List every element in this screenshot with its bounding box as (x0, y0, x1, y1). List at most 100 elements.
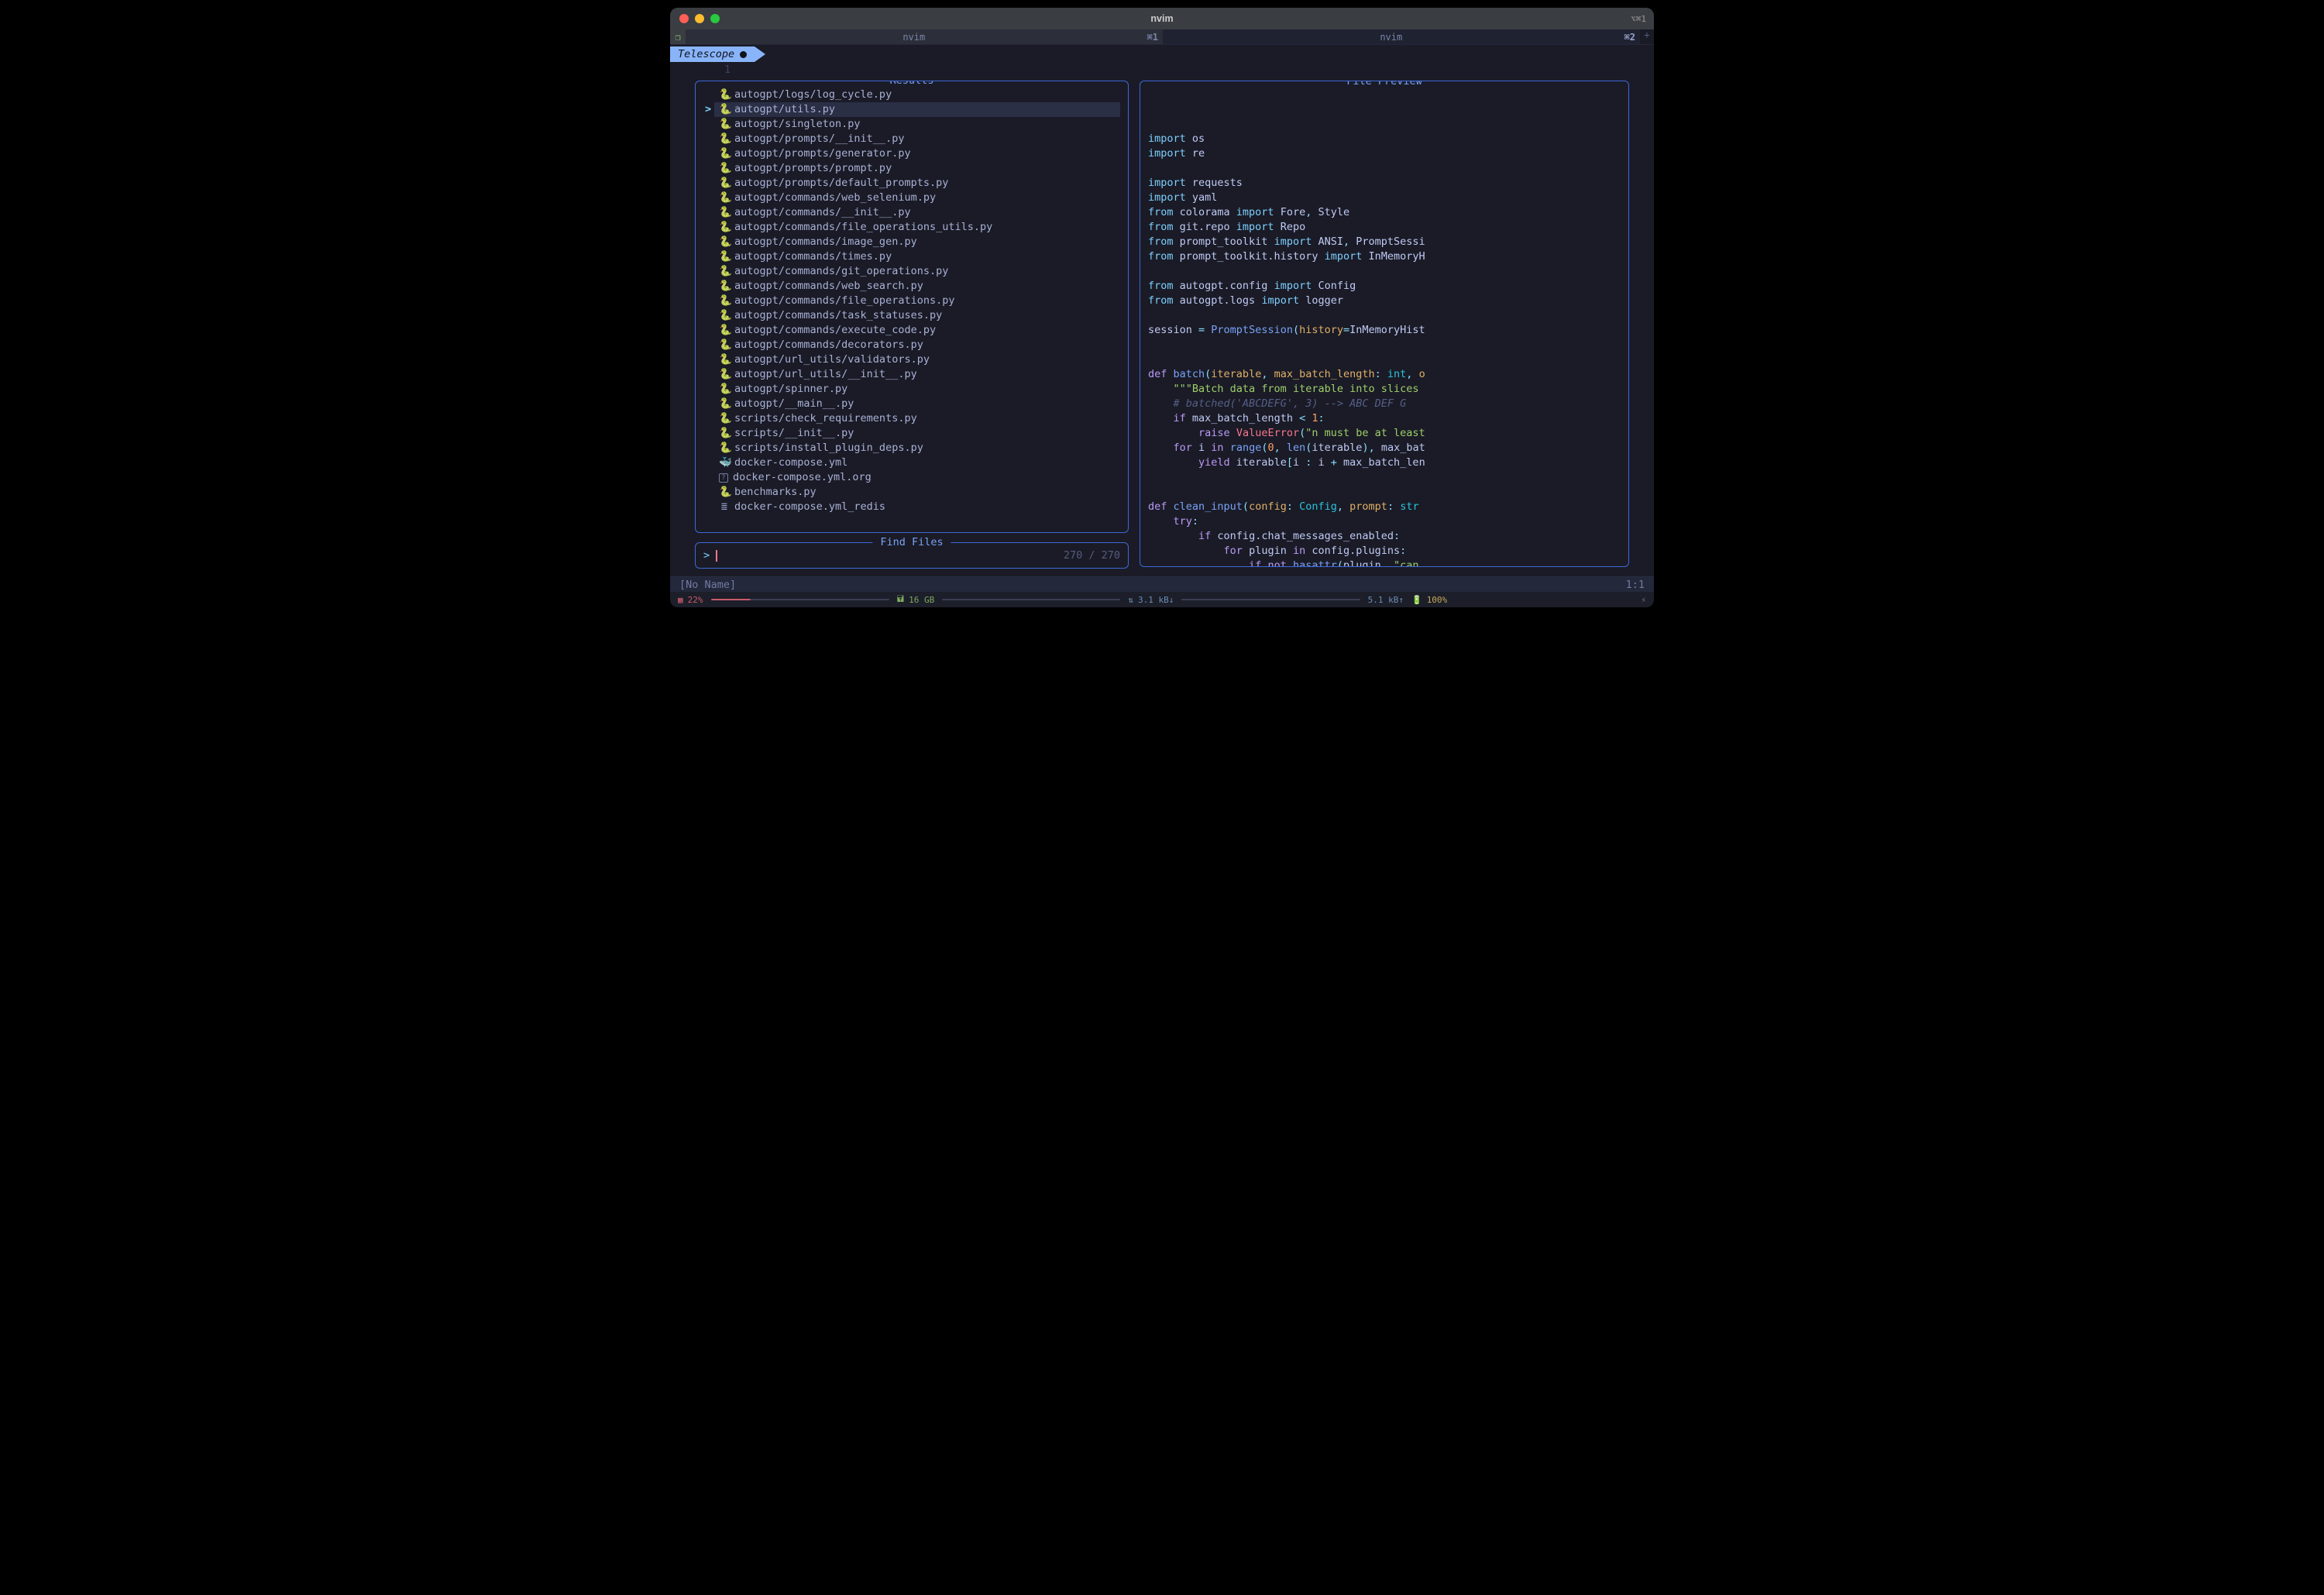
selection-caret-icon (705, 205, 714, 220)
zoom-icon[interactable] (710, 14, 720, 23)
file-path: autogpt/commands/task_statuses.py (734, 308, 942, 323)
file-path: autogpt/logs/log_cycle.py (734, 88, 892, 102)
result-row[interactable]: 🐍autogpt/logs/log_cycle.py (703, 88, 1120, 102)
selection-caret-icon (705, 485, 714, 500)
result-row[interactable]: 🐍scripts/install_plugin_deps.py (703, 441, 1120, 455)
result-row[interactable]: 🐍benchmarks.py (703, 485, 1120, 500)
result-row[interactable]: 🐍autogpt/commands/file_operations.py (703, 294, 1120, 308)
unknown-file-icon: ? (719, 473, 728, 483)
selection-caret-icon (705, 367, 714, 382)
result-row[interactable]: 🐍autogpt/commands/file_operations_utils.… (703, 220, 1120, 235)
result-row[interactable]: 🐍autogpt/commands/decorators.py (703, 338, 1120, 352)
result-row[interactable]: 🐍autogpt/singleton.py (703, 117, 1120, 132)
code-line: import yaml (1148, 191, 1621, 205)
terminal-window: nvim ⌥⌘1 ❐ nvim ⌘1 nvim ⌘2 + Telescope 1… (670, 8, 1654, 607)
py-file-icon: 🐍 (719, 220, 730, 235)
py-file-icon: 🐍 (719, 279, 730, 294)
file-path: autogpt/url_utils/validators.py (734, 352, 930, 367)
py-file-icon: 🐍 (719, 411, 730, 426)
result-row[interactable]: 🐍autogpt/commands/__init__.py (703, 205, 1120, 220)
file-path: autogpt/prompts/generator.py (734, 146, 911, 161)
net-sparkline (1181, 599, 1360, 600)
result-row[interactable]: 🐍autogpt/spinner.py (703, 382, 1120, 397)
result-row[interactable]: 🐍autogpt/prompts/generator.py (703, 146, 1120, 161)
results-panel: Results 🐍autogpt/logs/log_cycle.py>🐍auto… (695, 81, 1129, 533)
tmux-tab-1[interactable]: nvim ⌘1 (686, 29, 1163, 44)
file-path: autogpt/prompts/prompt.py (734, 161, 892, 176)
file-path: scripts/install_plugin_deps.py (734, 441, 923, 455)
battery: 🔋 100% (1411, 595, 1447, 605)
file-path: autogpt/commands/times.py (734, 249, 892, 264)
close-icon[interactable] (679, 14, 689, 23)
code-line: try: (1148, 514, 1621, 529)
code-line: if max_batch_length < 1: (1148, 411, 1621, 426)
minimize-icon[interactable] (695, 14, 704, 23)
selection-caret-icon (705, 161, 714, 176)
result-row[interactable]: 🐍 autogpt/url_utils/validators.py (703, 352, 1120, 367)
find-files-prompt[interactable]: Find Files > 270 / 270 (695, 542, 1129, 569)
result-row[interactable]: 🐍autogpt/url_utils/__init__.py (703, 367, 1120, 382)
result-row[interactable]: ≣docker-compose.yml_redis (703, 500, 1120, 514)
prompt-caret-icon: > (703, 549, 710, 562)
result-row[interactable]: 🐳docker-compose.yml (703, 455, 1120, 470)
file-path: autogpt/commands/web_search.py (734, 279, 923, 294)
result-row[interactable]: 🐍 scripts/check_requirements.py (703, 411, 1120, 426)
file-path: autogpt/__main__.py (734, 397, 854, 411)
selection-caret-icon (705, 264, 714, 279)
selection-caret-icon (705, 279, 714, 294)
tmux-prefix-icon: ❐ (670, 29, 686, 44)
selection-caret-icon (705, 411, 714, 426)
result-row[interactable]: 🐍autogpt/prompts/prompt.py (703, 161, 1120, 176)
result-row[interactable]: >🐍autogpt/utils.py (703, 102, 1120, 117)
file-path: autogpt/commands/web_selenium.py (734, 191, 936, 205)
file-path: scripts/check_requirements.py (734, 411, 917, 426)
result-row[interactable]: 🐍 autogpt/commands/task_statuses.py (703, 308, 1120, 323)
result-row[interactable]: 🐍autogpt/commands/web_selenium.py (703, 191, 1120, 205)
preview-body[interactable]: import osimport re import requestsimport… (1148, 132, 1621, 567)
result-row[interactable]: 🐍autogpt/commands/git_operations.py (703, 264, 1120, 279)
result-row[interactable]: 🐍autogpt/commands/execute_code.py (703, 323, 1120, 338)
result-row[interactable]: 🐍 autogpt/commands/web_search.py (703, 279, 1120, 294)
result-row[interactable]: 🐍scripts/__init__.py (703, 426, 1120, 441)
selection-caret-icon (705, 294, 714, 308)
buffer-name: [No Name] (679, 579, 736, 591)
txt-file-icon: ≣ (719, 500, 730, 514)
code-line: from prompt_toolkit import ANSI, PromptS… (1148, 235, 1621, 249)
selection-caret-icon (705, 441, 714, 455)
selection-caret-icon (705, 308, 714, 323)
code-line (1148, 308, 1621, 323)
file-path: autogpt/singleton.py (734, 117, 861, 132)
prompt-title: Find Files (872, 536, 951, 548)
tmux-new-tab-icon[interactable]: + (1640, 29, 1654, 44)
code-line: if config.chat_messages_enabled: (1148, 529, 1621, 544)
result-row[interactable]: 🐍autogpt/prompts/default_prompts.py (703, 176, 1120, 191)
results-list[interactable]: 🐍autogpt/logs/log_cycle.py>🐍autogpt/util… (703, 88, 1120, 514)
memory-usage: 🖬 16 GB (897, 593, 934, 607)
selection-caret-icon (705, 220, 714, 235)
code-line: raise ValueError("n must be at least (1148, 426, 1621, 441)
result-row[interactable]: 🐍autogpt/prompts/__init__.py (703, 132, 1120, 146)
cpu-usage: ▦ 22% (678, 595, 703, 605)
tmux-tab-2[interactable]: nvim ⌘2 (1163, 29, 1640, 44)
py-file-icon: 🐍 (719, 485, 730, 500)
selection-caret-icon (705, 235, 714, 249)
result-row[interactable]: ? docker-compose.yml.org (703, 470, 1120, 485)
code-line: session = PromptSession(history=InMemory… (1148, 323, 1621, 338)
py-file-icon: 🐍 (719, 308, 730, 323)
code-line: for plugin in config.plugins: (1148, 544, 1621, 559)
power-icon: ⚡ (1641, 595, 1646, 605)
file-path: docker-compose.yml (734, 455, 847, 470)
code-line: from prompt_toolkit.history import InMem… (1148, 249, 1621, 264)
code-line: from autogpt.logs import logger (1148, 294, 1621, 308)
buffer-tab-telescope[interactable]: Telescope (670, 46, 755, 62)
macos-titlebar: nvim ⌥⌘1 (670, 8, 1654, 29)
py-file-icon: 🐍 (719, 352, 730, 367)
result-row[interactable]: 🐍autogpt/commands/times.py (703, 249, 1120, 264)
code-line (1148, 264, 1621, 279)
py-file-icon: 🐍 (719, 235, 730, 249)
py-file-icon: 🐍 (719, 382, 730, 397)
file-path: docker-compose.yml.org (733, 470, 871, 485)
result-row[interactable]: 🐍autogpt/__main__.py (703, 397, 1120, 411)
system-stats-bar: ▦ 22% 🖬 16 GB ⇅ 3.1 kB↓ 5.1 kB↑ 🔋 100% ⚡ (670, 592, 1654, 607)
result-row[interactable]: 🐍autogpt/commands/image_gen.py (703, 235, 1120, 249)
